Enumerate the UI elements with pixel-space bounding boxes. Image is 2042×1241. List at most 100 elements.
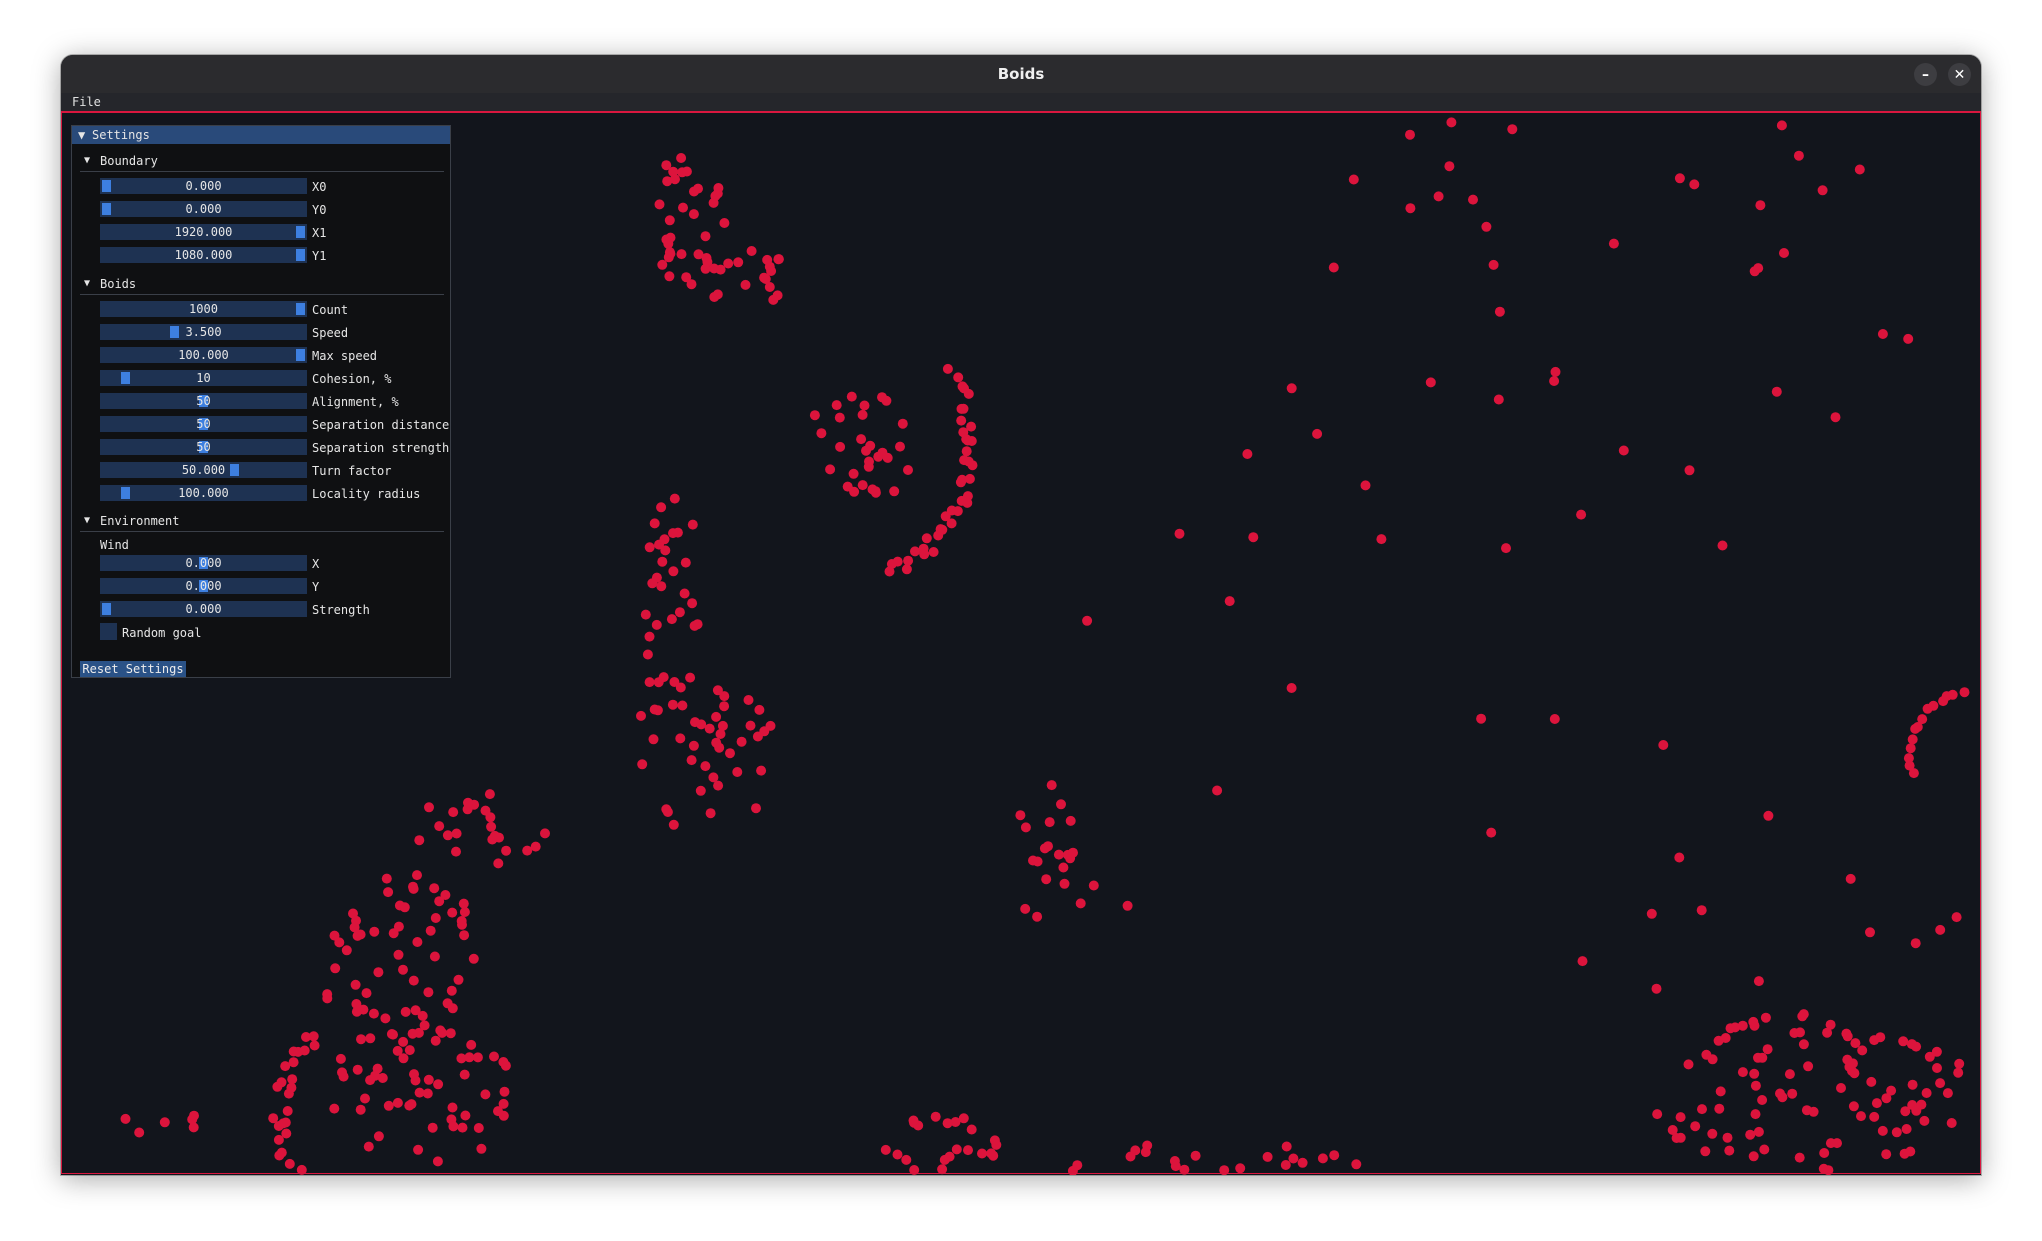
- turn-factor-slider[interactable]: 50.000: [100, 462, 307, 478]
- wind-label: Wind: [100, 538, 129, 552]
- alignment-slider[interactable]: 50: [100, 393, 307, 409]
- x0-label: X0: [312, 180, 327, 194]
- boid: [446, 985, 457, 996]
- boid: [330, 963, 341, 974]
- boids-section-label[interactable]: Boids: [100, 277, 136, 291]
- menu-file[interactable]: File: [72, 95, 101, 109]
- boid: [400, 1006, 411, 1017]
- y0-slider[interactable]: 0.000: [100, 201, 307, 217]
- title-bar[interactable]: Boids – ✕: [61, 55, 1981, 93]
- boid: [1707, 1054, 1718, 1065]
- random-goal-checkbox[interactable]: [100, 623, 117, 640]
- boid: [648, 734, 659, 745]
- x0-slider[interactable]: 0.000: [100, 178, 307, 194]
- boid: [1328, 262, 1339, 273]
- boid: [636, 710, 646, 721]
- boid: [361, 988, 372, 999]
- locality-radius-slider[interactable]: 100.000: [100, 485, 307, 501]
- boid: [816, 428, 827, 439]
- wind-strength-slider[interactable]: 0.000: [100, 601, 307, 617]
- boid: [1351, 1159, 1362, 1170]
- boid: [1845, 873, 1856, 884]
- boid: [373, 1131, 384, 1142]
- boid: [1286, 683, 1297, 693]
- boid: [1652, 1109, 1663, 1120]
- boid: [451, 828, 462, 839]
- speed-slider[interactable]: 3.500: [100, 324, 307, 340]
- boid: [1248, 532, 1259, 543]
- boid: [668, 566, 679, 577]
- boid: [473, 1123, 484, 1133]
- boid: [751, 803, 761, 814]
- boid: [188, 1122, 199, 1133]
- boid: [287, 1074, 298, 1085]
- max-speed-label: Max speed: [312, 349, 378, 363]
- boid: [423, 1074, 434, 1085]
- boid: [501, 845, 512, 856]
- max-speed-slider[interactable]: 100.000: [100, 347, 307, 363]
- boid: [484, 789, 495, 800]
- boid: [889, 486, 900, 497]
- boid: [442, 830, 453, 841]
- slider-value: 50: [196, 394, 211, 408]
- boundary-arrow-icon[interactable]: ▼: [84, 154, 90, 168]
- boid: [918, 543, 929, 554]
- boid: [1224, 596, 1235, 607]
- boid: [961, 446, 972, 457]
- boid: [480, 805, 491, 816]
- count-label: Count: [312, 303, 349, 317]
- boid: [398, 1053, 409, 1064]
- y1-slider[interactable]: 1080.000: [100, 247, 307, 263]
- separation-distance-slider[interactable]: 50: [100, 416, 307, 432]
- separation-strength-slider[interactable]: 50: [100, 439, 307, 455]
- boid: [1935, 1078, 1946, 1089]
- settings-header[interactable]: ▼ Settings: [72, 126, 450, 144]
- boid: [676, 153, 687, 163]
- boid: [669, 493, 680, 504]
- slider-value: 50: [196, 440, 211, 454]
- environment-section-label[interactable]: Environment: [100, 514, 179, 528]
- boid: [458, 898, 469, 909]
- boid: [958, 1113, 969, 1124]
- boid: [1329, 1150, 1340, 1161]
- boid: [1481, 221, 1492, 232]
- boid: [656, 581, 667, 592]
- boid: [1818, 1163, 1829, 1174]
- boid: [329, 1103, 340, 1114]
- minimize-button[interactable]: –: [1914, 63, 1937, 86]
- boid: [668, 819, 679, 830]
- reset-settings-button[interactable]: Reset Settings: [80, 661, 186, 677]
- boid: [1690, 1121, 1701, 1132]
- boid: [1170, 1161, 1181, 1172]
- boid: [433, 1079, 444, 1090]
- count-slider[interactable]: 1000: [100, 301, 307, 317]
- boid: [423, 987, 434, 998]
- boid: [1651, 983, 1662, 994]
- boid: [472, 1052, 483, 1063]
- separation-distance-label: Separation distance: [312, 418, 450, 432]
- cohesion-slider[interactable]: 10: [100, 370, 307, 386]
- boid: [1917, 714, 1928, 725]
- boundary-section-label[interactable]: Boundary: [100, 154, 158, 168]
- boid: [1819, 1148, 1830, 1158]
- environment-arrow-icon[interactable]: ▼: [84, 514, 90, 528]
- wind-x-slider[interactable]: 0.000: [100, 555, 307, 571]
- boid: [676, 249, 687, 260]
- slider-value: 1080.000: [174, 248, 233, 262]
- close-button[interactable]: ✕: [1948, 63, 1971, 86]
- boid: [963, 388, 974, 399]
- boid: [640, 609, 651, 620]
- boid: [288, 1046, 299, 1057]
- boid: [1468, 194, 1478, 205]
- boids-arrow-icon[interactable]: ▼: [84, 277, 90, 291]
- wind-y-slider[interactable]: 0.000: [100, 578, 307, 594]
- x1-slider[interactable]: 1920.000: [100, 224, 307, 240]
- boid: [859, 400, 870, 411]
- boid: [700, 231, 711, 242]
- boid: [1745, 1129, 1756, 1140]
- boid: [956, 495, 967, 506]
- boid: [897, 418, 908, 429]
- boid: [644, 542, 655, 553]
- boid: [1608, 238, 1619, 249]
- boid: [1877, 329, 1888, 339]
